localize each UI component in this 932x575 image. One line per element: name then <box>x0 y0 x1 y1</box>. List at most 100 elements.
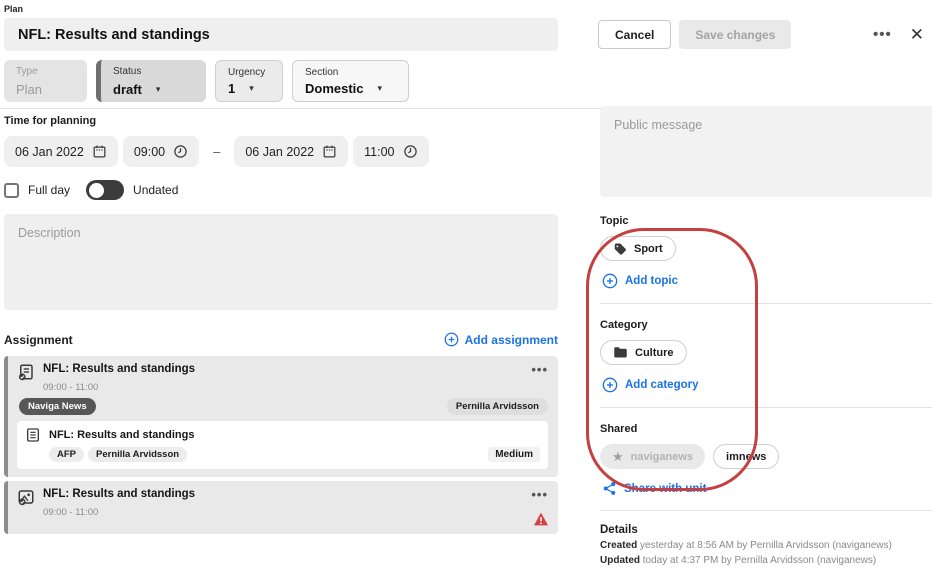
assignment-more-icon[interactable]: ••• <box>531 487 548 502</box>
category-pill[interactable]: Culture <box>600 340 687 365</box>
assignment-more-icon[interactable]: ••• <box>531 362 548 377</box>
shared-unit-label: imnews <box>726 451 766 463</box>
topic-pill-label: Sport <box>634 243 663 255</box>
status-value: draft <box>113 82 142 97</box>
right-column: Topic Sport Add topic <box>600 106 932 566</box>
end-date-field[interactable]: 06 Jan 2022 <box>234 136 348 167</box>
assignee-badge: Pernilla Arvidsson <box>447 398 548 415</box>
updated-line: Updated today at 4:37 PM by Pernilla Arv… <box>600 555 932 566</box>
end-time-value: 11:00 <box>364 145 394 159</box>
chevron-down-icon: ▾ <box>378 83 383 94</box>
date-range-separator: – <box>213 144 220 159</box>
time-section-label: Time for planning <box>4 115 558 127</box>
save-changes-button[interactable]: Save changes <box>679 20 791 49</box>
full-day-label: Full day <box>28 183 70 197</box>
deliverable-card[interactable]: NFL: Results and standings AFP Pernilla … <box>17 421 548 469</box>
section-value: Domestic <box>305 81 364 96</box>
description-input[interactable] <box>4 214 558 310</box>
details-section: Details Created yesterday at 8:56 AM by … <box>600 524 932 566</box>
priority-badge: Medium <box>488 447 540 462</box>
details-label: Details <box>600 524 932 536</box>
status-label: Status <box>113 66 196 77</box>
plus-circle-icon <box>602 377 618 393</box>
meta-dropdown-row: Type Plan Status draft ▾ Urgency 1 ▾ Sec… <box>4 60 932 102</box>
more-options-icon[interactable]: ••• <box>869 24 896 45</box>
clock-icon <box>173 144 188 159</box>
author-tag: Pernilla Arvidsson <box>88 447 187 462</box>
undated-label: Undated <box>133 183 178 197</box>
plan-title-input[interactable] <box>4 18 558 51</box>
type-dropdown: Type Plan <box>4 60 87 102</box>
add-topic-button[interactable]: Add topic <box>602 273 932 289</box>
type-label: Type <box>16 66 77 77</box>
folder-icon <box>613 346 628 359</box>
warning-icon[interactable] <box>533 512 549 529</box>
assignment-card[interactable]: NFL: Results and standings ••• 09:00 - 1… <box>4 356 558 477</box>
shared-unit-pill-imnews[interactable]: imnews <box>713 444 779 469</box>
start-date-field[interactable]: 06 Jan 2022 <box>4 136 118 167</box>
tag-icon <box>613 242 627 256</box>
share-with-unit-button[interactable]: Share with unit <box>602 481 932 496</box>
section-divider <box>600 407 932 408</box>
urgency-label: Urgency <box>228 67 272 78</box>
assignment-time: 09:00 - 11:00 <box>43 382 548 393</box>
calendar-icon <box>322 144 337 159</box>
section-divider <box>600 510 932 511</box>
cancel-button[interactable]: Cancel <box>598 20 671 49</box>
section-label: Section <box>305 67 398 78</box>
header: Plan Cancel Save changes ••• ✕ Type Plan… <box>0 0 932 102</box>
deliverable-title: NFL: Results and standings <box>49 429 194 441</box>
article-icon <box>25 427 41 443</box>
assignment-card[interactable]: NFL: Results and standings ••• 09:00 - 1… <box>4 481 558 534</box>
urgency-value: 1 <box>228 81 235 96</box>
shared-section-label: Shared <box>600 423 932 435</box>
newsroom-badge: Naviga News <box>19 398 96 415</box>
star-icon: ★ <box>612 449 624 465</box>
add-assignment-button[interactable]: Add assignment <box>444 332 558 347</box>
type-value: Plan <box>16 82 77 97</box>
created-line: Created yesterday at 8:56 AM by Pernilla… <box>600 540 932 551</box>
section-divider <box>600 303 932 304</box>
start-date-value: 06 Jan 2022 <box>15 145 84 159</box>
shared-unit-label: naviganews <box>631 451 693 463</box>
status-dropdown[interactable]: Status draft ▾ <box>96 60 206 102</box>
text-assignment-icon <box>17 363 35 381</box>
created-value: yesterday at 8:56 AM by Pernilla Arvidss… <box>637 540 892 551</box>
left-column: Time for planning 06 Jan 2022 09:00 – 0 <box>4 115 558 575</box>
topic-pill[interactable]: Sport <box>600 236 676 261</box>
section-dropdown[interactable]: Section Domestic ▾ <box>292 60 409 102</box>
public-message-input[interactable] <box>600 106 932 197</box>
chevron-down-icon: ▾ <box>156 84 161 95</box>
plan-type-label: Plan <box>4 4 932 14</box>
topic-section-label: Topic <box>600 215 932 227</box>
fullday-row: Full day Undated <box>4 180 558 200</box>
calendar-icon <box>92 144 107 159</box>
shared-unit-pill-naviganews: ★ naviganews <box>600 444 705 469</box>
assignment-section-label: Assignment <box>4 333 73 347</box>
start-time-value: 09:00 <box>134 145 165 159</box>
share-icon <box>602 481 617 496</box>
chevron-down-icon: ▾ <box>249 83 254 94</box>
assignment-title: NFL: Results and standings <box>43 488 195 500</box>
close-icon[interactable]: ✕ <box>910 25 924 45</box>
plus-circle-icon <box>444 332 459 347</box>
end-date-value: 06 Jan 2022 <box>245 145 314 159</box>
plan-editor-dialog: Plan Cancel Save changes ••• ✕ Type Plan… <box>0 0 932 549</box>
wire-tag: AFP <box>49 447 84 462</box>
urgency-dropdown[interactable]: Urgency 1 ▾ <box>215 60 283 102</box>
time-row: 06 Jan 2022 09:00 – 06 Jan 2022 <box>4 136 558 167</box>
full-day-checkbox[interactable] <box>4 183 19 198</box>
add-category-button[interactable]: Add category <box>602 377 932 393</box>
undated-toggle[interactable] <box>86 180 124 200</box>
updated-value: today at 4:37 PM by Pernilla Arvidsson (… <box>640 555 876 566</box>
category-pill-label: Culture <box>635 347 674 359</box>
assignment-title: NFL: Results and standings <box>43 363 195 375</box>
end-time-field[interactable]: 11:00 <box>353 136 428 167</box>
plus-circle-icon <box>602 273 618 289</box>
start-time-field[interactable]: 09:00 <box>123 136 199 167</box>
toggle-knob <box>89 183 104 198</box>
clock-icon <box>403 144 418 159</box>
photo-assignment-icon <box>17 488 35 506</box>
category-section-label: Category <box>600 319 932 331</box>
assignment-time: 09:00 - 11:00 <box>43 507 548 518</box>
